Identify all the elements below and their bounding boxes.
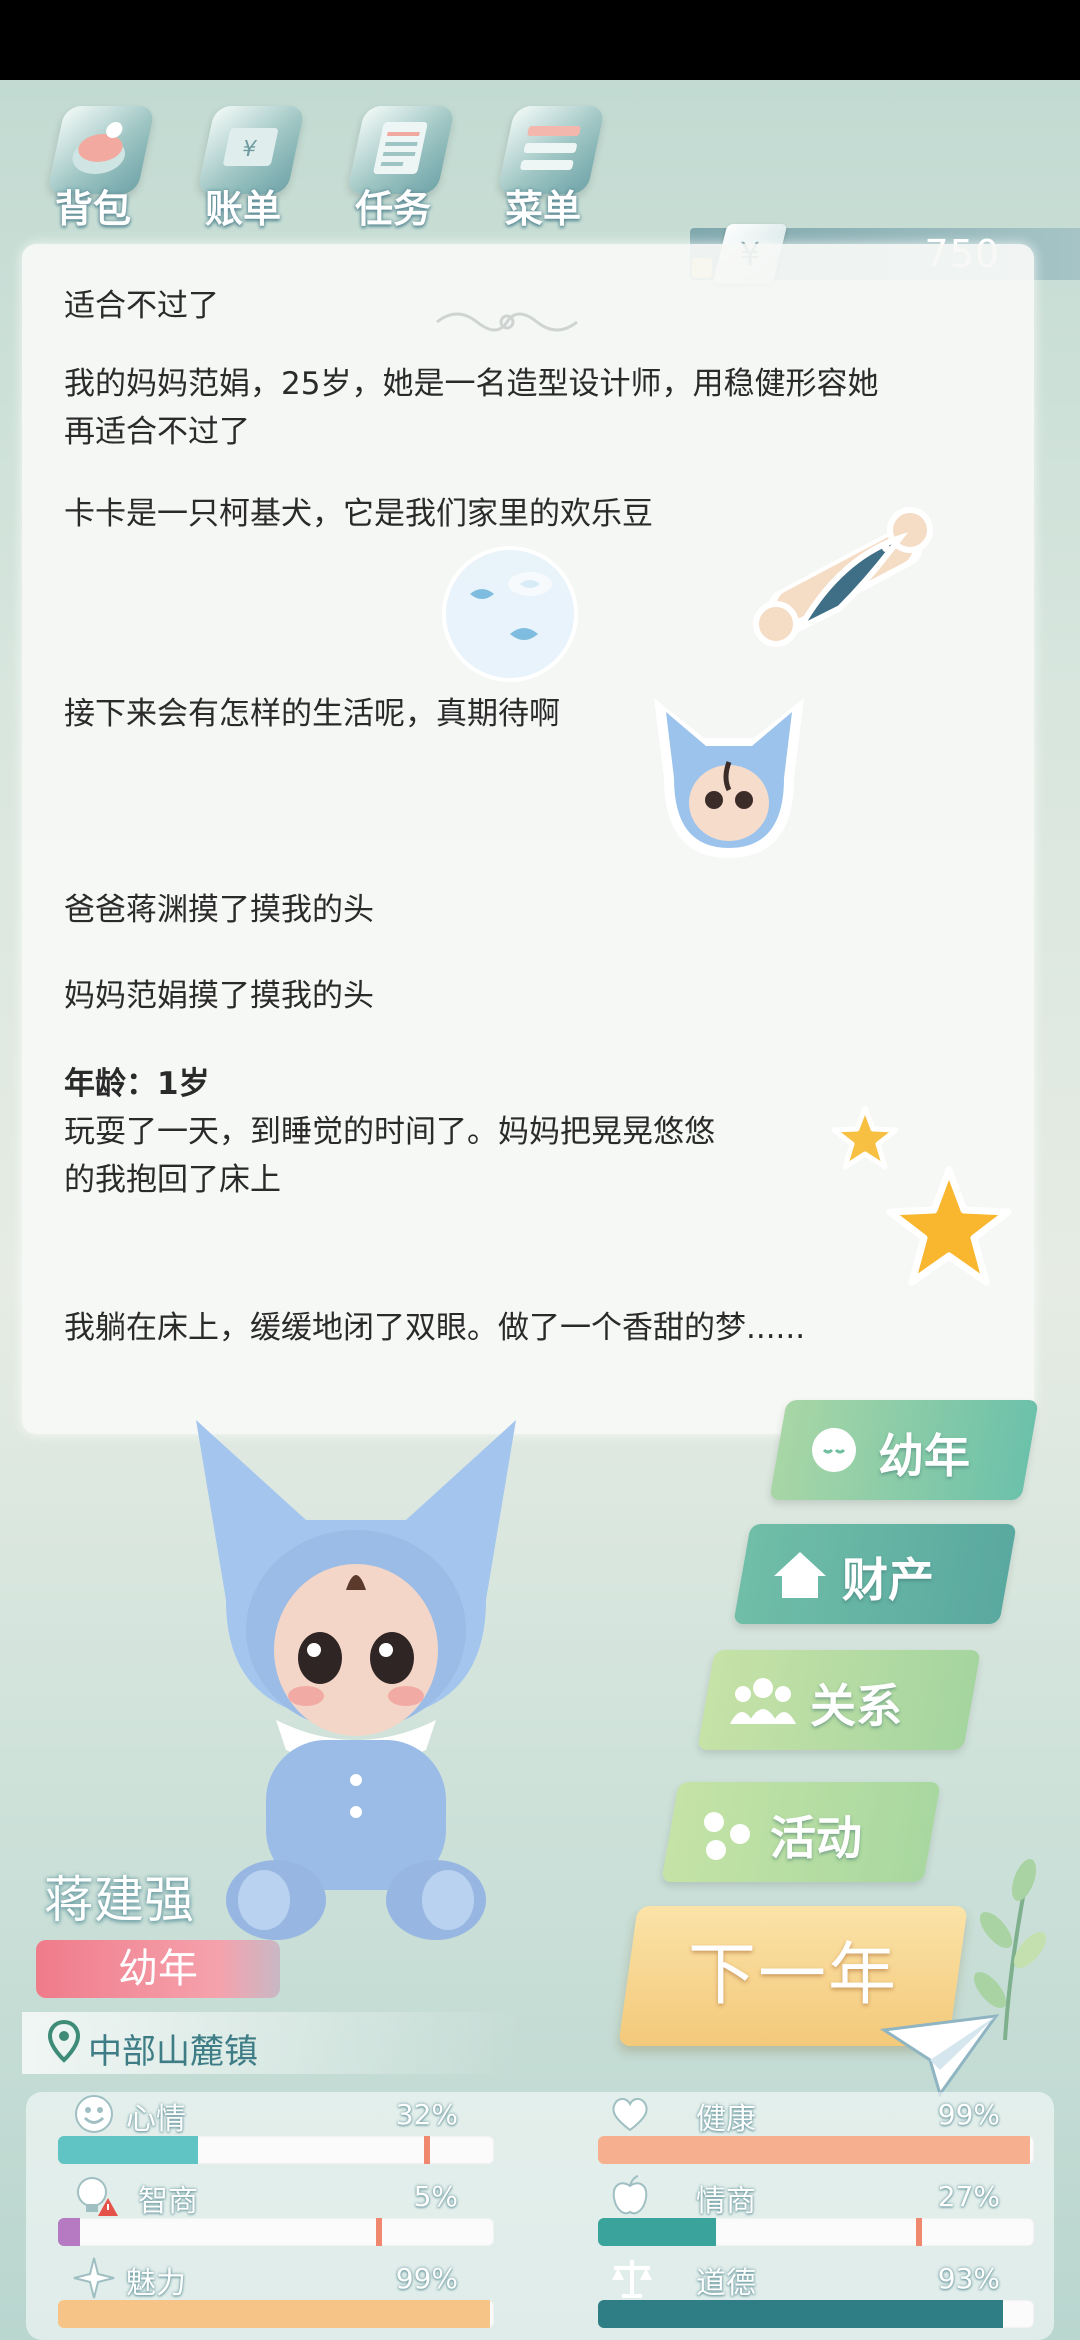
stat-value: 5% bbox=[413, 2180, 458, 2213]
activities-button[interactable]: 活动 bbox=[661, 1782, 941, 1882]
age-heading: 年龄：1岁 bbox=[64, 1066, 210, 1102]
stat-label: 心情 bbox=[126, 2102, 186, 2137]
assets-button-label: 财产 bbox=[842, 1553, 934, 1607]
bone-fish-sticker bbox=[753, 507, 933, 647]
story-line: 我的妈妈范娟，25岁，她是一名造型设计师，用稳健形容她 bbox=[64, 366, 879, 402]
menu-button[interactable]: 菜单 bbox=[478, 98, 608, 238]
character-avatar[interactable] bbox=[186, 1400, 526, 1960]
stat-morality: 道德 93% bbox=[568, 2256, 1034, 2336]
bubble-fish-sticker bbox=[442, 546, 578, 682]
bill-label: 账单 bbox=[204, 187, 281, 231]
stat-value: 99% bbox=[395, 2262, 458, 2295]
story-line: 妈妈范娟摸了摸我的头 bbox=[64, 978, 374, 1014]
stat-label: 健康 bbox=[696, 2102, 756, 2137]
activities-button-label: 活动 bbox=[770, 1811, 862, 1865]
story-line: 玩耍了一天，到睡觉的时间了。妈妈把晃晃悠悠 bbox=[64, 1114, 715, 1150]
stat-bar bbox=[598, 2218, 1034, 2246]
story-line: 卡卡是一只柯基犬，它是我们家里的欢乐豆 bbox=[64, 496, 653, 532]
story-log[interactable]: 适合不过了 我的妈妈范娟，25岁，她是一名造型设计师，用稳健形容她 再适合不过了… bbox=[22, 244, 1034, 1434]
stat-value: 32% bbox=[395, 2098, 458, 2131]
bag-button[interactable]: 背包 bbox=[28, 98, 158, 238]
stats-panel: 心情 32% 健康 99% 智商 5% 情商 27% 魅力 99% 道德 93% bbox=[26, 2092, 1054, 2340]
stat-bar bbox=[58, 2218, 494, 2246]
stat-bar bbox=[598, 2300, 1034, 2328]
scales-icon bbox=[612, 2260, 652, 2298]
bill-button[interactable]: ¥ 账单 bbox=[178, 98, 308, 238]
stat-bar bbox=[58, 2300, 494, 2328]
story-line: 再适合不过了 bbox=[64, 414, 250, 450]
apple-icon bbox=[612, 2175, 648, 2215]
people-icon bbox=[730, 1678, 796, 1724]
story-line: 接下来会有怎样的生活呢，真期待啊 bbox=[64, 696, 560, 732]
stat-value: 99% bbox=[937, 2098, 1000, 2131]
lightbulb-icon bbox=[77, 2177, 118, 2216]
stat-bar bbox=[58, 2136, 494, 2164]
story-line: 爸爸蒋渊摸了摸我的头 bbox=[64, 892, 374, 928]
stat-bar bbox=[598, 2136, 1034, 2164]
stat-value: 93% bbox=[937, 2262, 1000, 2295]
baby-face-sticker bbox=[654, 698, 804, 858]
stat-health: 健康 99% bbox=[568, 2092, 1034, 2172]
assets-button[interactable]: 财产 bbox=[733, 1524, 1017, 1624]
character-name: 蒋建强 bbox=[44, 1871, 194, 1929]
smiley-icon bbox=[75, 2095, 113, 2133]
menu-label: 菜单 bbox=[504, 187, 581, 231]
status-bar bbox=[0, 0, 1080, 80]
bag-label: 背包 bbox=[54, 187, 131, 231]
stat-iq: 智商 5% bbox=[26, 2174, 494, 2254]
house-icon bbox=[774, 1552, 826, 1598]
life-stage-button-label: 幼年 bbox=[878, 1429, 970, 1483]
relations-button[interactable]: 关系 bbox=[697, 1650, 981, 1750]
stat-label: 智商 bbox=[138, 2184, 198, 2219]
relations-button-label: 关系 bbox=[810, 1679, 902, 1733]
stat-charm: 魅力 99% bbox=[26, 2256, 494, 2336]
location-name: 中部山麓镇 bbox=[88, 2032, 258, 2072]
life-stage-badge: 幼年 bbox=[36, 1940, 280, 1998]
activity-icon bbox=[704, 1812, 750, 1860]
story-line: 我躺在床上，缓缓地闭了双眼。做了一个香甜的梦...... bbox=[64, 1310, 806, 1346]
heart-icon bbox=[612, 2097, 648, 2132]
life-stage-button[interactable]: 幼年 bbox=[769, 1400, 1039, 1500]
star-large-icon bbox=[886, 1166, 1012, 1286]
task-button[interactable]: 任务 bbox=[328, 98, 458, 238]
top-toolbar: 背包 ¥ 账单 任务 菜单 ¥ 750 bbox=[0, 80, 1080, 284]
story-line: 的我抱回了床上 bbox=[64, 1162, 281, 1198]
sparkle-icon bbox=[73, 2257, 115, 2299]
location-bar[interactable]: 中部山麓镇 bbox=[22, 2012, 522, 2074]
stat-value: 27% bbox=[937, 2180, 1000, 2213]
plant-decoration bbox=[973, 1859, 1047, 2040]
story-line: 适合不过了 bbox=[64, 288, 219, 324]
stat-label: 情商 bbox=[696, 2184, 756, 2219]
stat-eq: 情商 27% bbox=[568, 2174, 1034, 2254]
stat-label: 道德 bbox=[696, 2266, 756, 2301]
ornament-icon bbox=[436, 312, 578, 332]
baby-face-icon bbox=[812, 1428, 856, 1472]
stat-mood: 心情 32% bbox=[26, 2092, 494, 2172]
task-label: 任务 bbox=[354, 187, 431, 231]
location-pin-icon bbox=[48, 2020, 80, 2063]
stat-label: 魅力 bbox=[126, 2266, 186, 2301]
